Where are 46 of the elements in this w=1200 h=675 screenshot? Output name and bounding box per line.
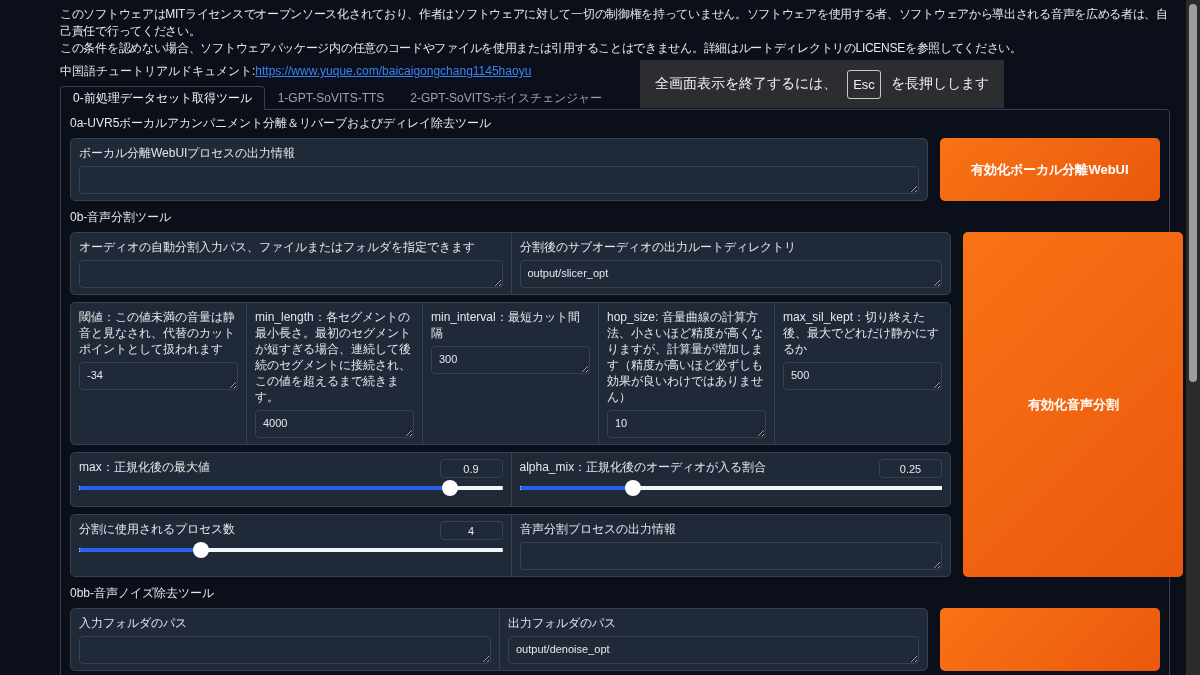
section-title: 0a-UVR5ボーカルアカンパニメント分離＆リバーブおよびディレイ除去ツール [70,115,493,132]
tab[interactable]: 1-GPT-SoVITS-TTS [264,86,398,110]
license-notice: このソフトウェアはMITライセンスでオープンソース化されており、作者はソフトウェアに対して一切の制御権を持っていません。ソフトウェアを使用する者、ソフトウェアから導出される音声を広める者は、自己責任で行ってください。 [60,6,1169,40]
tab[interactable]: 2-GPT-SoVITS-ボイスチェンジャー [397,86,616,110]
input-field[interactable]: 500 [783,362,942,390]
tab[interactable]: 0-前処理データセット取得ツール [60,86,265,110]
slider-label: alpha_mix：正規化後のオーディオが入る割合 [519,459,767,475]
slider-label: 分割に使用されるプロセス数 [79,521,235,537]
input-field[interactable] [79,636,491,664]
field-label: max_sil_kept：切り終えた後、最大でどれだけ静かにするか [783,309,940,357]
toast-text: 全画面表示を終了するには、 [655,75,838,93]
input-field[interactable]: output/denoise_opt [508,636,919,664]
number-field[interactable]: 0.9 [439,459,503,478]
scrollbar-thumb[interactable] [1189,4,1197,382]
number-field[interactable]: 0.25 [879,459,942,478]
section-title: 0b-音声分割ツール [70,209,173,226]
license-notice: この条件を認めない場合、ソフトウェアパッケージ内の任意のコードやファイルを使用または引用することはできません。詳細はルートディレクトリのLICENSEを参照してください。 [60,40,1023,57]
slider-thumb[interactable] [193,542,210,558]
slider-label: max：正規化後の最大値 [79,459,210,475]
field-label: min_length：各セグメントの最小長さ。最初のセグメントが短すぎる場合、連続して後続のセグメントに接続され、この値を超えるまで続きます。 [255,309,412,405]
slider-thumb[interactable] [625,480,642,496]
scrollbar[interactable] [1186,0,1200,675]
field-label: ボーカル分離WebUIプロセスの出力情報 [79,145,297,161]
field-label: hop_size: 音量曲線の計算方法、小さいほど精度が高くなりますが、計算量が増加します（精度が高いほど必ずしも効果が良いわけではありません） [607,309,764,405]
field-label: 出力フォルダのパス [508,615,617,631]
field-label: 音声分割プロセスの出力情報 [519,521,677,537]
input-field[interactable] [79,166,919,194]
field-label: オーディオの自動分割入力パス、ファイルまたはフォルダを指定できます [79,239,476,255]
field-label: min_interval：最短カット間隔 [431,309,581,341]
input-field[interactable] [79,260,503,288]
input-field[interactable]: -34 [79,362,238,390]
toast-text: を長押しします [890,75,989,93]
section-title: 0bb-音声ノイズ除去ツール [70,585,216,602]
input-field[interactable]: 4000 [255,410,414,438]
tutorial-label: 中国語チュートリアルドキュメント: [60,63,256,80]
field-label: 分割後のサブオーディオの出力ルートディレクトリ [519,239,797,255]
number-field[interactable]: 4 [439,521,503,540]
slider-thumb[interactable] [441,480,458,496]
input-field[interactable]: 10 [607,410,766,438]
esc-key: Esc [847,69,881,99]
tutorial-link[interactable]: https://www.yuque.com/baicaigongchang1145haoyu [255,63,532,80]
field-label: 閾値：この値未満の音量は静音と見なされ、代替のカットポイントとして扱われます [79,309,236,357]
input-field[interactable]: output/slicer_opt [519,260,942,288]
field-label: 入力フォルダのパス [79,615,188,631]
input-field[interactable] [519,542,942,570]
input-field[interactable]: 300 [431,346,590,374]
